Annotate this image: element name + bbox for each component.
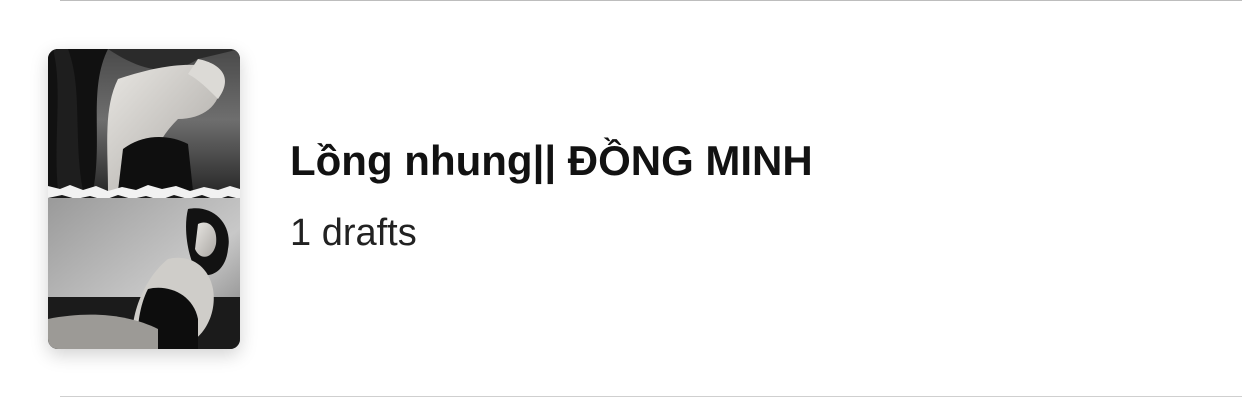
cover-artwork (48, 49, 240, 349)
bottom-divider (60, 396, 1242, 397)
drafts-count: 1 drafts (290, 212, 417, 254)
story-title[interactable]: Lồng nhung|| ĐỒNG MINH (290, 135, 813, 187)
story-row[interactable]: Lồng nhung|| ĐỒNG MINH 1 drafts (0, 0, 1242, 404)
story-cover-image[interactable] (48, 49, 240, 349)
story-meta: Lồng nhung|| ĐỒNG MINH 1 drafts (290, 135, 813, 255)
